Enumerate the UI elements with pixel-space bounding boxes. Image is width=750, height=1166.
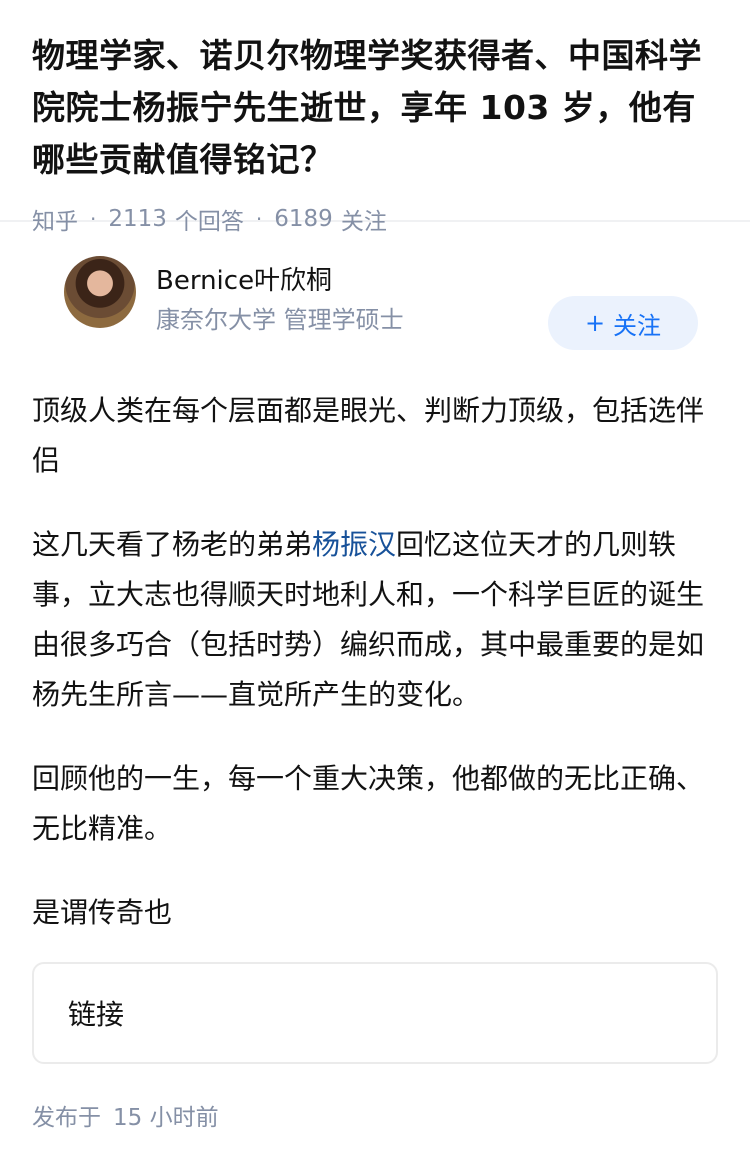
answer-content: 顶级人类在每个层面都是眼光、判断力顶级，包括选伴侣 这几天看了杨老的弟弟杨振汉回… xyxy=(32,386,718,972)
question-title[interactable]: 物理学家、诺贝尔物理学奖获得者、中国科学院院士杨振宁先生逝世，享年 103 岁，… xyxy=(32,30,718,186)
author-bio: 康奈尔大学 管理学硕士 xyxy=(156,306,404,334)
answer-paragraph: 这几天看了杨老的弟弟杨振汉回忆这位天才的几则轶事，立大志也得顺天时地利人和，一个… xyxy=(32,520,718,720)
author-avatar[interactable] xyxy=(64,256,136,328)
follow-button-label: 关注 xyxy=(613,311,662,340)
follow-button[interactable]: + 关注 xyxy=(548,296,698,350)
answer-paragraph: 顶级人类在每个层面都是眼光、判断力顶级，包括选伴侣 xyxy=(32,394,705,477)
answer-paragraph: 是谓传奇也 xyxy=(32,896,173,929)
author-name[interactable]: Bernice叶欣桐 xyxy=(156,260,332,297)
publish-time-value: 15 小时前 xyxy=(113,1105,219,1131)
paragraph-text: 这几天看了杨老的弟弟 xyxy=(32,528,313,561)
person-link[interactable]: 杨振汉 xyxy=(312,528,396,561)
publish-label: 发布于 xyxy=(32,1105,101,1131)
link-card-label: 链接 xyxy=(68,998,125,1031)
link-card[interactable]: 链接 xyxy=(32,962,718,1064)
answer-paragraph: 回顾他的一生，每一个重大决策，他都做的无比正确、无比精准。 xyxy=(32,762,705,845)
publish-time: 发布于 15 小时前 xyxy=(32,1098,219,1132)
plus-icon: + xyxy=(584,309,606,337)
question-header: 物理学家、诺贝尔物理学奖获得者、中国科学院院士杨振宁先生逝世，享年 103 岁，… xyxy=(0,0,750,235)
